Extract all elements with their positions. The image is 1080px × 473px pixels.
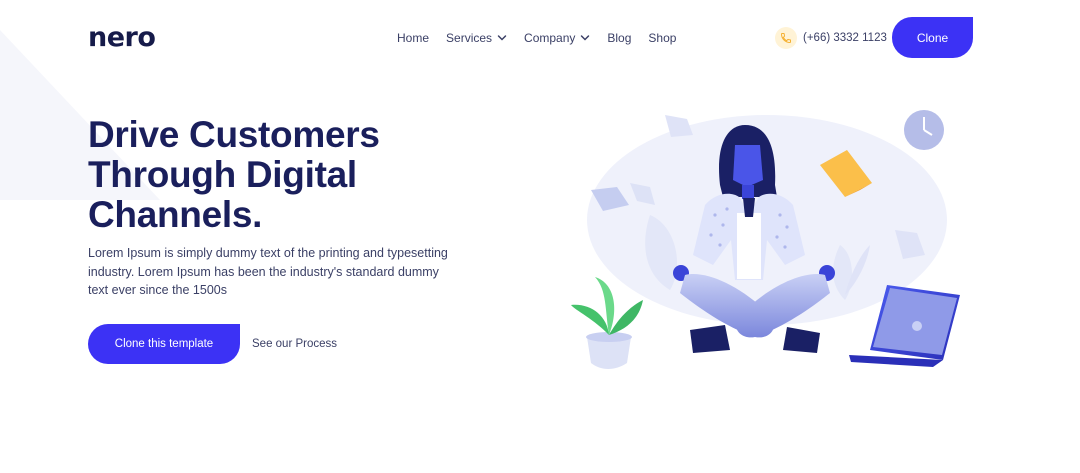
phone-contact[interactable]: (+66) 3332 1123 xyxy=(775,27,887,49)
nav-item-blog[interactable]: Blog xyxy=(607,31,631,45)
nav-item-label: Shop xyxy=(648,31,677,45)
nav-item-label: Blog xyxy=(607,31,632,45)
hero-title: Drive Customers Through Digital Channels… xyxy=(88,115,508,235)
hero-description: Lorem Ipsum is simply dummy text of the … xyxy=(88,246,448,297)
main-nav: Home Services Company Blog Shop xyxy=(397,31,693,45)
nav-item-company[interactable]: Company xyxy=(524,31,590,45)
phone-number: (+66) 3332 1123 xyxy=(803,32,887,44)
see-process-link[interactable]: See our Process xyxy=(252,338,337,350)
chevron-down-icon xyxy=(497,35,507,41)
phone-icon xyxy=(775,27,797,49)
nav-item-label: Home xyxy=(397,31,430,45)
clone-button[interactable]: Clone xyxy=(892,17,973,58)
meditating-woman-illustration xyxy=(571,110,960,369)
hero-title-line: Channels. xyxy=(88,194,263,235)
nav-item-shop[interactable]: Shop xyxy=(648,31,676,45)
logo[interactable]: nero xyxy=(88,22,156,53)
chevron-down-icon xyxy=(581,35,590,41)
nav-item-home[interactable]: Home xyxy=(397,31,429,45)
clone-template-button[interactable]: Clone this template xyxy=(88,324,240,364)
nav-item-services[interactable]: Services xyxy=(446,31,507,45)
nav-item-label: Services xyxy=(446,31,493,45)
hero-title-line: Drive Customers xyxy=(88,114,380,155)
nav-item-label: Company xyxy=(524,31,576,45)
hero-title-line: Through Digital xyxy=(88,154,357,195)
